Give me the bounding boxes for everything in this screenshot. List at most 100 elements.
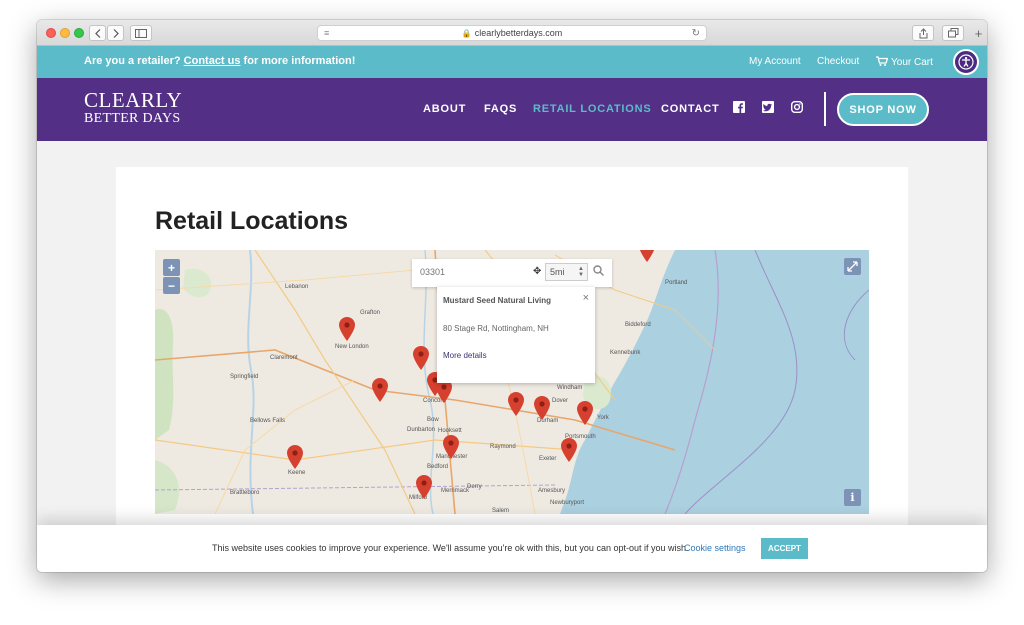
cookie-settings-link[interactable]: Cookie settings: [684, 543, 746, 553]
new-tab-button[interactable]: +: [970, 25, 987, 41]
contact-us-link[interactable]: Contact us: [184, 55, 241, 67]
facebook-link[interactable]: [733, 101, 745, 113]
chevron-left-icon: [94, 28, 100, 38]
accessibility-icon: [958, 54, 974, 70]
my-account-link[interactable]: My Account: [749, 56, 801, 67]
location-pin[interactable]: [413, 346, 429, 370]
nav-faqs[interactable]: FAQS: [484, 103, 517, 115]
town-label: Merrimack: [441, 488, 469, 494]
location-pin[interactable]: [339, 317, 355, 341]
twitter-icon: [762, 101, 774, 113]
popup-address: 80 Stage Rd, Nottingham, NH: [443, 324, 549, 333]
main-navigation: CLEARLY BETTER DAYS ABOUT FAQS RETAIL LO…: [37, 78, 987, 141]
forward-button[interactable]: [107, 25, 124, 41]
location-pin[interactable]: [372, 378, 388, 402]
accessibility-button[interactable]: [953, 49, 979, 75]
nav-retail-locations[interactable]: RETAIL LOCATIONS: [533, 103, 652, 115]
cookie-message: This website uses cookies to improve you…: [212, 543, 689, 553]
location-search-box: ✥ 5mi ▲▼: [412, 259, 612, 287]
back-button[interactable]: [89, 25, 106, 41]
accept-cookies-button[interactable]: ACCEPT: [761, 538, 808, 559]
town-label: Windham: [557, 385, 583, 391]
town-label: Claremont: [270, 355, 298, 361]
location-pin[interactable]: [577, 401, 593, 425]
browser-window: ≡ 🔒 clearlybetterdays.com ↻ + Are you a …: [37, 20, 987, 572]
close-window-button[interactable]: [46, 28, 56, 38]
location-pin[interactable]: [287, 445, 303, 469]
zip-search-input[interactable]: [420, 267, 520, 277]
zoom-in-button[interactable]: +: [163, 259, 180, 276]
town-label: Keene: [288, 470, 306, 476]
town-label: Newburyport: [550, 500, 585, 506]
twitter-link[interactable]: [762, 101, 774, 113]
search-icon[interactable]: [593, 265, 604, 276]
chevron-right-icon: [113, 28, 119, 38]
town-label: Bedford: [427, 464, 449, 470]
location-pin[interactable]: [508, 392, 524, 416]
town-label: New London: [335, 344, 369, 350]
zoom-out-button[interactable]: −: [163, 277, 180, 294]
share-button[interactable]: [912, 25, 934, 41]
location-pin[interactable]: [416, 475, 432, 499]
town-label: Biddeford: [625, 322, 651, 328]
nav-divider: [824, 92, 826, 126]
facebook-icon: [733, 101, 745, 113]
reader-icon[interactable]: ≡: [324, 28, 329, 38]
popup-close-icon[interactable]: ×: [583, 292, 589, 304]
town-label: Lebanon: [285, 284, 309, 290]
sidebar-toggle-button[interactable]: [130, 25, 152, 41]
town-label: Portland: [665, 280, 688, 286]
instagram-icon: [791, 101, 803, 113]
expand-icon: [847, 261, 858, 272]
town-label: Bellows Falls: [250, 418, 286, 424]
nav-about[interactable]: ABOUT: [423, 103, 466, 115]
town-label: Hooksett: [438, 428, 462, 434]
location-pin[interactable]: [534, 396, 550, 420]
page-content: Retail Locations Lebanon New London Graf…: [37, 141, 987, 572]
retail-locations-map[interactable]: Lebanon New London Grafton Claremont Spr…: [155, 250, 869, 514]
map-info-button[interactable]: i: [844, 489, 861, 506]
address-bar[interactable]: ≡ 🔒 clearlybetterdays.com ↻: [317, 25, 707, 41]
town-label: Brattleboro: [230, 490, 260, 496]
town-label: Salem: [492, 508, 510, 514]
checkout-link[interactable]: Checkout: [817, 56, 859, 67]
town-label: Derry: [467, 484, 482, 490]
town-label: Amesbury: [538, 488, 566, 494]
location-pin[interactable]: [639, 250, 655, 262]
select-arrows-icon: ▲ ▼: [578, 266, 584, 278]
share-icon: [919, 27, 927, 38]
town-label: Springfield: [230, 374, 259, 380]
instagram-link[interactable]: [791, 101, 803, 113]
info-icon: i: [850, 491, 855, 504]
location-pin[interactable]: [561, 438, 577, 462]
content-card: Retail Locations Lebanon New London Graf…: [116, 167, 908, 572]
reload-icon[interactable]: ↻: [692, 28, 700, 39]
lock-icon: 🔒: [461, 28, 472, 38]
fullscreen-button[interactable]: [844, 258, 861, 275]
zoom-window-button[interactable]: [74, 28, 84, 38]
town-label: Exeter: [539, 456, 557, 462]
plus-icon: +: [974, 25, 983, 41]
cart-link[interactable]: Your Cart: [876, 56, 933, 68]
cart-icon: [876, 56, 889, 66]
town-label: Bow: [427, 417, 439, 423]
url-text: clearlybetterdays.com: [474, 28, 563, 38]
more-details-link[interactable]: More details: [443, 351, 487, 360]
retailer-message: Are you a retailer? Contact us for more …: [84, 55, 356, 67]
nav-contact[interactable]: CONTACT: [661, 103, 720, 115]
move-icon[interactable]: ✥: [533, 266, 541, 277]
cookie-banner: This website uses cookies to improve you…: [37, 525, 987, 572]
radius-select[interactable]: 5mi ▲ ▼: [545, 263, 588, 281]
sidebar-icon: [135, 28, 147, 38]
shop-now-button[interactable]: SHOP NOW: [837, 93, 929, 126]
popup-title: Mustard Seed Natural Living: [443, 296, 552, 305]
town-label: Kennebunk: [610, 350, 641, 356]
tabs-icon: [947, 28, 958, 38]
site-logo[interactable]: CLEARLY BETTER DAYS: [84, 90, 182, 126]
cart-label: Your Cart: [891, 57, 933, 68]
minimize-window-button[interactable]: [60, 28, 70, 38]
tabs-button[interactable]: [942, 25, 964, 41]
location-pin[interactable]: [443, 435, 459, 459]
town-label: Grafton: [360, 310, 381, 316]
location-popup: Mustard Seed Natural Living × 80 Stage R…: [437, 287, 595, 383]
